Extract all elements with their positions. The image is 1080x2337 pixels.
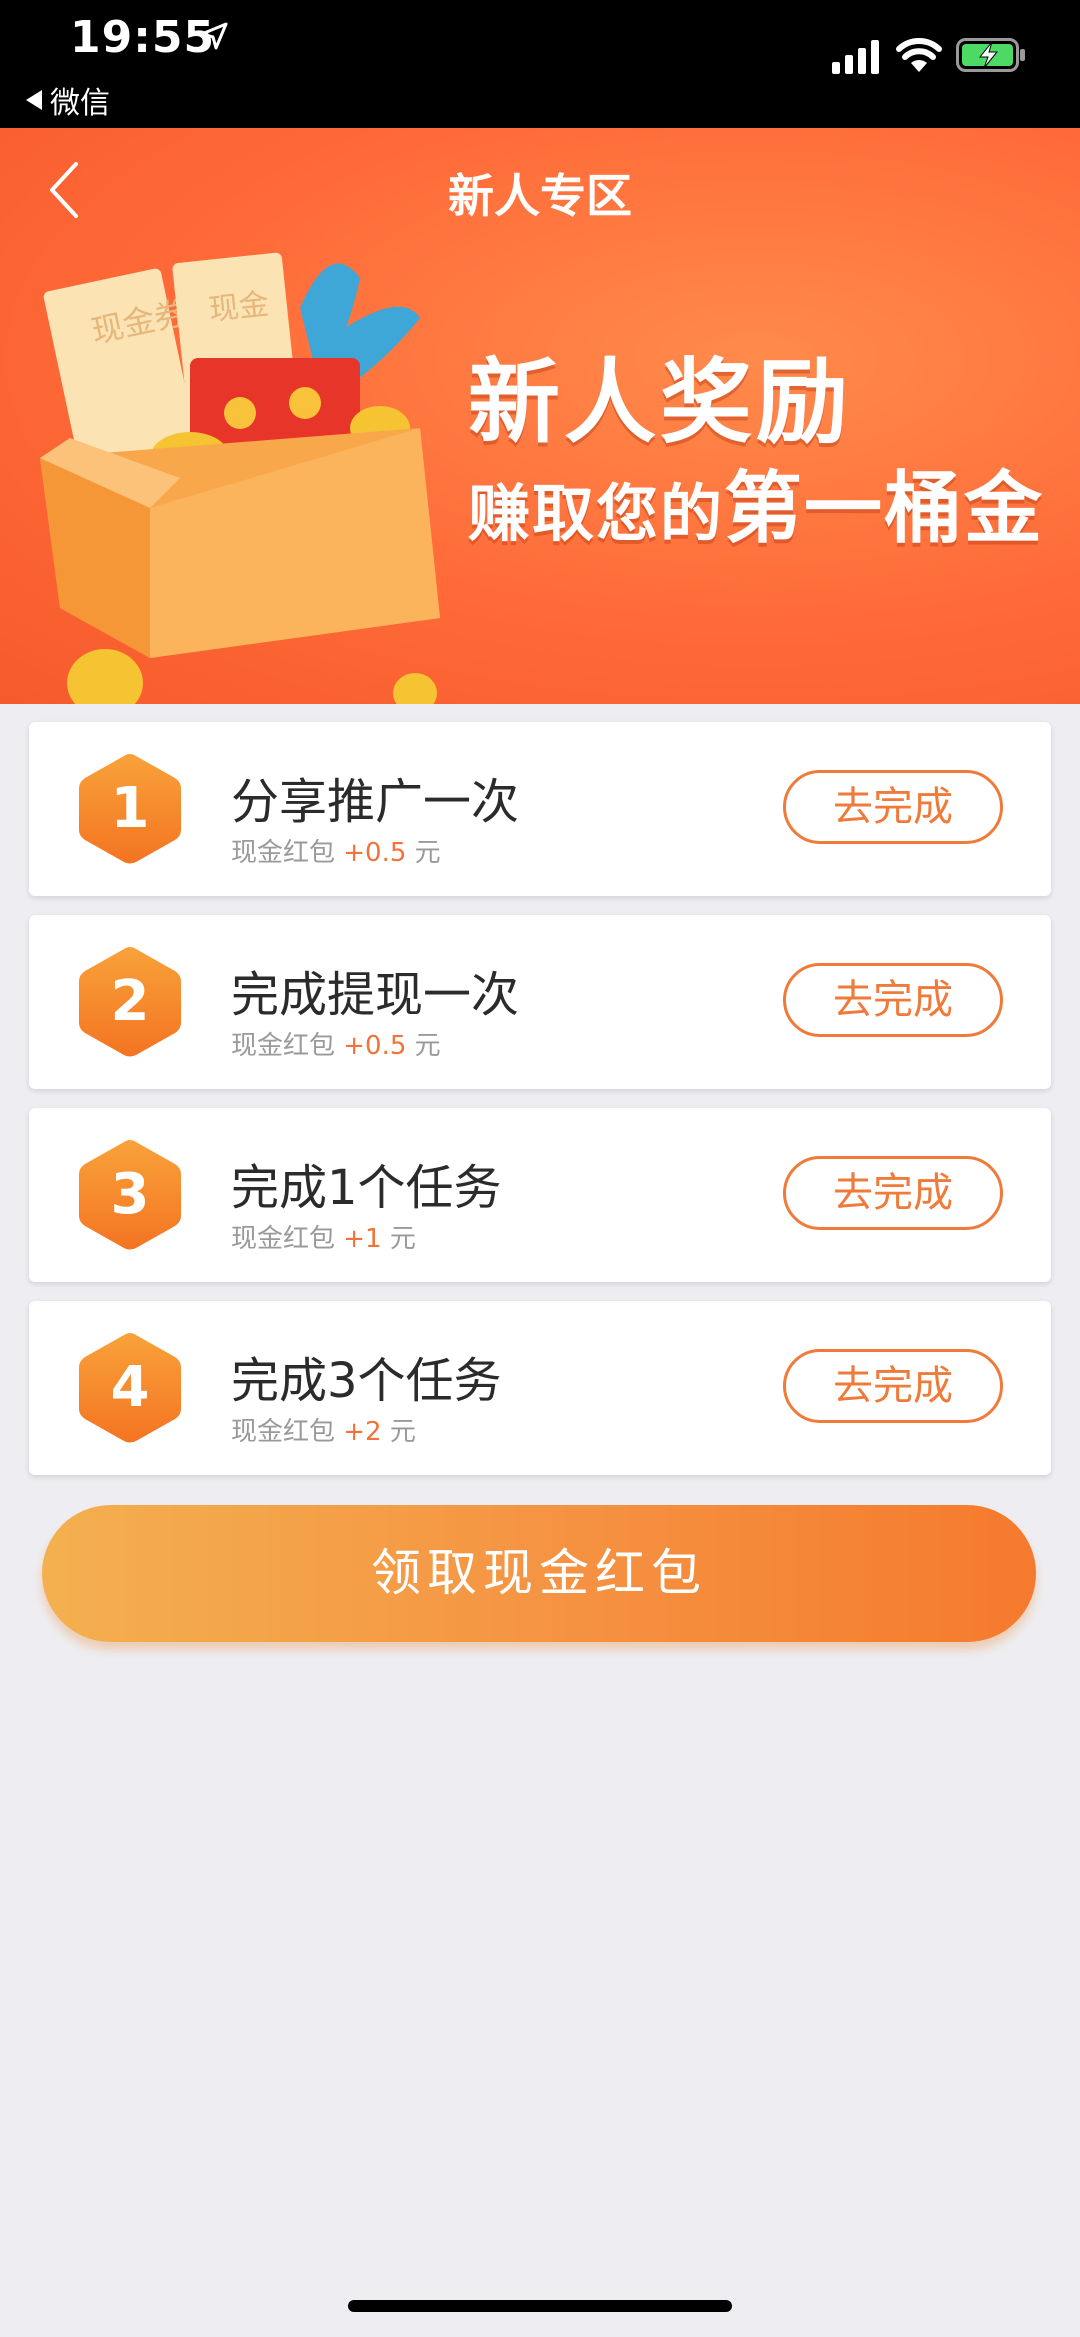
- step-number: 3: [110, 1162, 150, 1227]
- task-reward: 现金红包 +1 元: [231, 1218, 416, 1255]
- reward-label: 现金红包: [231, 1224, 344, 1254]
- task-title: 完成提现一次: [231, 967, 520, 1023]
- step-number-badge-icon: 4: [75, 1329, 185, 1447]
- step-number-badge-icon: 2: [75, 943, 185, 1061]
- banner-subline-prefix: 赚取您的: [468, 477, 725, 550]
- reward-unit: 元: [414, 838, 441, 868]
- task-list: 1 分享推广一次 现金红包 +0.5 元 去完成 2 完成提现一次 现金红包 +…: [29, 722, 1051, 1494]
- reward-label: 现金红包: [231, 838, 344, 868]
- task-reward: 现金红包 +0.5 元: [231, 1025, 441, 1062]
- complete-task-button[interactable]: 去完成: [783, 1156, 1003, 1230]
- task-title: 完成3个任务: [231, 1353, 502, 1409]
- reward-unit: 元: [389, 1224, 416, 1254]
- step-number: 2: [110, 969, 150, 1034]
- banner-subline: 赚取您的第一桶金: [468, 446, 1044, 558]
- task-card-2: 2 完成提现一次 现金红包 +0.5 元 去完成: [29, 915, 1051, 1089]
- back-triangle-icon: [26, 90, 42, 110]
- step-number: 1: [110, 776, 150, 841]
- reward-amount: +1: [343, 1224, 382, 1254]
- reward-amount: +0.5: [343, 1031, 407, 1061]
- step-number-badge-icon: 3: [75, 1136, 185, 1254]
- task-card-4: 4 完成3个任务 现金红包 +2 元 去完成: [29, 1301, 1051, 1475]
- complete-task-button[interactable]: 去完成: [783, 770, 1003, 844]
- status-time: 19:55: [70, 12, 216, 63]
- step-number-badge-icon: 1: [75, 750, 185, 868]
- location-arrow-icon: [200, 22, 228, 50]
- reward-label: 现金红包: [231, 1417, 344, 1447]
- task-title: 完成1个任务: [231, 1160, 502, 1216]
- battery-charging-icon: [956, 38, 1025, 72]
- signal-icon: [832, 40, 879, 74]
- reward-label: 现金红包: [231, 1031, 344, 1061]
- task-card-1: 1 分享推广一次 现金红包 +0.5 元 去完成: [29, 722, 1051, 896]
- task-card-3: 3 完成1个任务 现金红包 +1 元 去完成: [29, 1108, 1051, 1282]
- task-reward: 现金红包 +2 元: [231, 1411, 416, 1448]
- complete-task-button[interactable]: 去完成: [783, 1349, 1003, 1423]
- step-number: 4: [110, 1355, 150, 1420]
- task-reward: 现金红包 +0.5 元: [231, 832, 441, 869]
- banner-headline: 新人奖励: [468, 349, 853, 456]
- status-bar: 19:55 微信: [0, 0, 1080, 128]
- ticket-text-2: 现金: [207, 287, 270, 328]
- back-to-wechat[interactable]: 微信: [26, 78, 110, 122]
- gift-box-illustration: 现金券 现金: [40, 252, 440, 704]
- reward-amount: +2: [343, 1417, 382, 1447]
- back-app-label: 微信: [50, 86, 110, 121]
- reward-unit: 元: [414, 1031, 441, 1061]
- claim-red-packet-button[interactable]: 领取现金红包: [42, 1505, 1036, 1642]
- task-title: 分享推广一次: [231, 774, 520, 830]
- promo-banner: 新人专区 现金券 现金 新人奖励 赚取您的第一桶金: [0, 128, 1080, 704]
- banner-subline-emphasis: 第一桶金: [724, 464, 1045, 554]
- complete-task-button[interactable]: 去完成: [783, 963, 1003, 1037]
- reward-amount: +0.5: [343, 838, 407, 868]
- wifi-icon: [896, 38, 942, 72]
- home-indicator[interactable]: [348, 2300, 732, 2312]
- reward-unit: 元: [389, 1417, 416, 1447]
